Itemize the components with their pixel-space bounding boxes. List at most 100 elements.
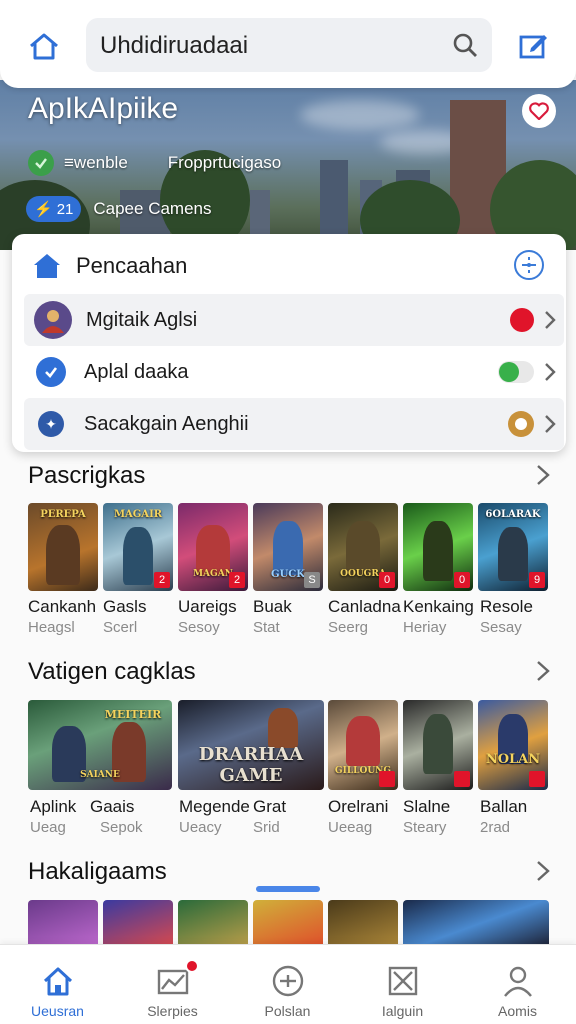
search-input[interactable]: Uhdidiruadaai xyxy=(100,32,248,60)
nav-item-library[interactable]: Ialguin xyxy=(345,945,460,1024)
game-tile[interactable]: MAGAIR 2 xyxy=(103,503,173,591)
game-sub: Heagsl xyxy=(28,619,75,636)
check-icon xyxy=(28,150,54,176)
home-button[interactable] xyxy=(24,26,64,66)
game-name: Grat xyxy=(253,797,287,816)
search-icon[interactable] xyxy=(452,32,478,58)
game-name: Canladna xyxy=(328,597,401,616)
game-sub: Scerl xyxy=(103,619,138,636)
sparkle-icon: ✦ xyxy=(38,411,64,437)
alert-dot xyxy=(510,308,534,332)
game-name: Gasls xyxy=(103,597,147,616)
panel-row-1[interactable]: Mgitaik Aglsi xyxy=(24,294,564,346)
hero-meta-row: ⚡ 21 Capee Camens xyxy=(26,196,212,222)
count-badge: ⚡ 21 xyxy=(26,196,82,222)
chevron-right-icon xyxy=(545,363,556,381)
panel-title: Pencaahan xyxy=(76,253,188,278)
edit-button[interactable] xyxy=(514,26,554,66)
hero-status-row: ≡wenble Fropprtucigaso xyxy=(28,148,281,178)
game-tile[interactable] xyxy=(403,900,549,950)
game-sub: Ueeag xyxy=(328,819,373,836)
home-icon xyxy=(30,33,58,60)
search-field[interactable]: Uhdidiruadaai xyxy=(86,18,492,72)
quick-panel: Pencaahan Mgitaik Aglsi Aplal daaka ✦ Sa… xyxy=(12,234,566,452)
panel-row-label: Mgitaik Aglsi xyxy=(86,308,198,331)
hero-status-left: ≡wenble xyxy=(64,153,128,172)
nav-item-home[interactable]: Ueusran xyxy=(0,945,115,1024)
game-name: Kenkaing xyxy=(403,597,474,616)
game-tile[interactable]: PEREPA xyxy=(28,503,98,591)
game-sub: Sepok xyxy=(100,819,143,836)
profile-icon xyxy=(504,966,532,997)
game-tile[interactable]: DRARHAA GAME xyxy=(178,700,324,790)
hero-title: ApIkAIpiike xyxy=(28,92,179,125)
section-title: Hakaligaams xyxy=(28,858,167,885)
game-name: Resole xyxy=(480,597,533,616)
avatar xyxy=(34,301,72,339)
game-sub: Sesay xyxy=(480,619,522,636)
panel-row-label: Aplal daaka xyxy=(84,360,189,383)
panel-settings-button[interactable] xyxy=(514,250,544,280)
game-tile[interactable] xyxy=(253,900,323,950)
dial-icon xyxy=(522,257,536,273)
hero-caption: Capee Camens xyxy=(93,199,212,218)
hero-status-right: Fropprtucigaso xyxy=(167,153,282,172)
game-tile[interactable] xyxy=(103,900,173,950)
game-name: Cankanh xyxy=(28,597,97,616)
bottom-nav: Ueusran Slerpies Polslan Ialguin Aomis xyxy=(0,944,576,1024)
box-x-icon xyxy=(388,966,418,996)
game-sub: Steary xyxy=(403,819,447,836)
chevron-right-icon[interactable] xyxy=(536,464,550,486)
game-sub: Seerg xyxy=(328,619,369,636)
panel-row-2[interactable]: Aplal daaka xyxy=(24,346,564,398)
nav-item-stats[interactable]: Slerpies xyxy=(115,945,230,1024)
count-value: 21 xyxy=(56,200,74,218)
game-tile[interactable]: OOUGRA 0 xyxy=(328,503,398,591)
game-tile[interactable]: 0 xyxy=(403,503,473,591)
game-tile[interactable] xyxy=(403,700,473,790)
game-tile[interactable]: 6OLARAK 9 xyxy=(478,503,548,591)
nav-item-profile[interactable]: Aomis xyxy=(460,945,575,1024)
nav-item-add[interactable]: Polslan xyxy=(230,945,345,1024)
coin-icon xyxy=(508,411,534,437)
game-tile[interactable]: GILLOUNG xyxy=(328,700,398,790)
edit-icon xyxy=(519,35,547,59)
add-circle-icon xyxy=(272,965,304,997)
game-sub: Sesoy xyxy=(178,619,220,636)
game-tile[interactable] xyxy=(328,900,398,950)
game-name: Orelrani xyxy=(328,797,389,816)
game-name: Uareigs xyxy=(178,597,237,616)
panel-row-3[interactable]: ✦ Sacakgain Aenghii xyxy=(24,398,564,450)
house-icon xyxy=(34,254,60,278)
game-tile[interactable] xyxy=(28,900,98,950)
game-tile[interactable]: SAIANE MEITEIR xyxy=(28,700,172,790)
game-name: Aplink xyxy=(30,797,77,816)
section-title: Vatigen cagklas xyxy=(28,658,196,685)
check-icon xyxy=(36,357,66,387)
game-name: Megende xyxy=(179,797,250,816)
scroll-indicator[interactable] xyxy=(256,886,320,892)
game-sub: Ueacy xyxy=(179,819,222,836)
game-tile[interactable]: MAGAN 2 xyxy=(178,503,248,591)
game-sub: Ueag xyxy=(30,819,66,836)
game-tile[interactable] xyxy=(178,900,248,950)
chevron-right-icon[interactable] xyxy=(536,860,550,882)
home-icon xyxy=(43,967,73,996)
game-name: Ballan xyxy=(480,797,528,816)
toggle-switch[interactable] xyxy=(498,361,534,383)
favorite-button[interactable] xyxy=(522,94,556,128)
notification-dot xyxy=(185,959,199,973)
game-tile[interactable]: NOLAN xyxy=(478,700,548,790)
top-bar: Uhdidiruadaai xyxy=(0,0,576,88)
game-tile[interactable]: GUCK S xyxy=(253,503,323,591)
chevron-right-icon xyxy=(545,311,556,329)
game-sub: 2rad xyxy=(480,819,511,836)
heart-icon xyxy=(529,102,549,120)
game-name: Slalne xyxy=(403,797,451,816)
hero-banner: ApIkAIpiike ≡wenble Fropprtucigaso ⚡ 21 … xyxy=(0,80,576,250)
panel-row-label: Sacakgain Aenghii xyxy=(84,412,249,435)
chevron-right-icon xyxy=(545,415,556,433)
game-sub: Srid xyxy=(253,819,280,836)
app-screen: ApIkAIpiike ≡wenble Fropprtucigaso ⚡ 21 … xyxy=(0,0,576,1024)
chevron-right-icon[interactable] xyxy=(536,660,550,682)
